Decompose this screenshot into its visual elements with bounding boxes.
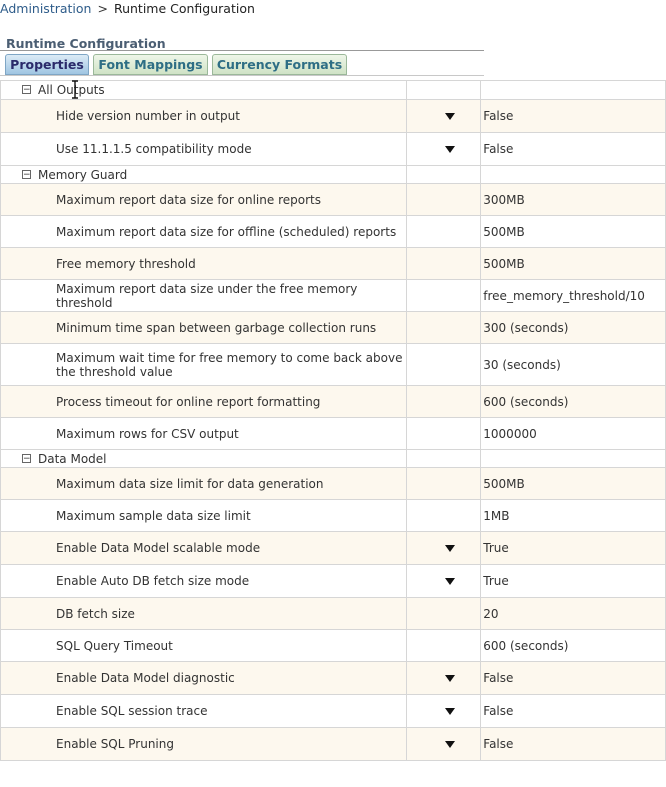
property-value[interactable]: False	[480, 661, 666, 695]
property-label: Enable SQL Pruning	[0, 727, 408, 761]
property-value[interactable]: False	[480, 99, 666, 133]
property-row: SQL Query Timeout 600 (seconds)	[0, 629, 666, 662]
dropdown-arrow-icon[interactable]	[444, 741, 455, 748]
property-value: 500MB	[480, 215, 666, 248]
property-value: 20	[480, 597, 666, 630]
text-cursor-icon	[72, 80, 78, 99]
property-value: 30 (seconds)	[480, 343, 666, 386]
section-header: − Memory Guard	[0, 165, 666, 184]
property-row: Maximum sample data size limit 1MB	[0, 499, 666, 532]
dropdown-arrow-icon[interactable]	[444, 578, 455, 585]
property-label: DB fetch size	[0, 597, 408, 630]
property-label: Maximum sample data size limit	[0, 499, 408, 532]
tab-properties[interactable]: Properties	[5, 54, 89, 75]
section-header: − Data Model	[0, 449, 666, 468]
property-value: 1000000	[480, 417, 666, 450]
property-row: Maximum data size limit for data generat…	[0, 467, 666, 500]
property-row: Maximum report data size for online repo…	[0, 183, 666, 216]
property-value[interactable]: False	[480, 132, 666, 166]
dropdown-arrow-icon[interactable]	[444, 708, 455, 715]
property-label: Process timeout for online report format…	[0, 385, 408, 418]
property-label: Minimum time span between garbage collec…	[0, 311, 408, 344]
property-row: Hide version number in output False	[0, 99, 666, 133]
property-value: free_memory_threshold/10	[480, 279, 666, 312]
property-row: Process timeout for online report format…	[0, 385, 666, 418]
property-value[interactable]: True	[480, 564, 666, 598]
property-label: Maximum report data size under the free …	[0, 279, 408, 312]
property-row: Maximum report data size for offline (sc…	[0, 215, 666, 248]
breadcrumb-administration-link[interactable]: Administration	[0, 1, 91, 16]
section-title: Memory Guard	[38, 167, 128, 182]
property-label: Maximum report data size for offline (sc…	[0, 215, 408, 248]
section-header: − All Outputs	[0, 80, 666, 100]
breadcrumb-separator: >	[97, 1, 108, 16]
property-row: Enable SQL Pruning False	[0, 727, 666, 761]
property-value: 600 (seconds)	[480, 629, 666, 662]
property-label: Maximum wait time for free memory to com…	[0, 343, 408, 386]
page-title: Runtime Configuration	[6, 36, 166, 51]
property-label: SQL Query Timeout	[0, 629, 408, 662]
property-value: 600 (seconds)	[480, 385, 666, 418]
property-row: DB fetch size 20	[0, 597, 666, 630]
collapse-toggle-icon[interactable]: −	[22, 169, 31, 179]
property-value[interactable]: True	[480, 531, 666, 565]
properties-table: − All Outputs Hide version number in outpu…	[0, 80, 666, 761]
property-row: Enable SQL session trace False	[0, 694, 666, 728]
dropdown-arrow-icon[interactable]	[444, 675, 455, 682]
property-label: Maximum report data size for online repo…	[0, 183, 408, 216]
property-value: 500MB	[480, 247, 666, 280]
tab-currency-formats[interactable]: Currency Formats	[212, 54, 347, 75]
property-value[interactable]: False	[480, 694, 666, 728]
property-label: Enable Data Model scalable mode	[0, 531, 408, 565]
property-label: Enable SQL session trace	[0, 694, 408, 728]
property-label: Hide version number in output	[0, 99, 408, 133]
property-row: Enable Auto DB fetch size mode True	[0, 564, 666, 598]
property-value[interactable]: False	[480, 727, 666, 761]
property-row: Maximum wait time for free memory to com…	[0, 343, 666, 386]
property-value: 300MB	[480, 183, 666, 216]
property-label: Free memory threshold	[0, 247, 408, 280]
property-label: Maximum rows for CSV output	[0, 417, 408, 450]
collapse-toggle-icon[interactable]: −	[22, 85, 31, 95]
tab-font-mappings[interactable]: Font Mappings	[93, 54, 208, 75]
property-value: 500MB	[480, 467, 666, 500]
property-value: 300 (seconds)	[480, 311, 666, 344]
dropdown-arrow-icon[interactable]	[444, 113, 455, 120]
property-value: 1MB	[480, 499, 666, 532]
property-row: Maximum rows for CSV output 1000000	[0, 417, 666, 450]
section-title: Data Model	[38, 451, 107, 466]
property-row: Minimum time span between garbage collec…	[0, 311, 666, 344]
property-label: Enable Auto DB fetch size mode	[0, 564, 408, 598]
breadcrumb-current: Runtime Configuration	[113, 1, 255, 16]
collapse-toggle-icon[interactable]: −	[22, 453, 31, 463]
property-label: Maximum data size limit for data generat…	[0, 467, 408, 500]
dropdown-arrow-icon[interactable]	[444, 545, 455, 552]
property-row: Free memory threshold 500MB	[0, 247, 666, 280]
property-row: Enable Data Model diagnostic False	[0, 661, 666, 695]
property-row: Use 11.1.1.5 compatibility mode False	[0, 132, 666, 166]
tab-divider	[0, 75, 484, 76]
property-row: Enable Data Model scalable mode True	[0, 531, 666, 565]
title-divider	[0, 50, 484, 51]
property-row: Maximum report data size under the free …	[0, 279, 666, 312]
property-label: Enable Data Model diagnostic	[0, 661, 408, 695]
dropdown-arrow-icon[interactable]	[444, 146, 455, 153]
breadcrumb: Administration > Runtime Configuration	[0, 1, 255, 16]
property-label: Use 11.1.1.5 compatibility mode	[0, 132, 408, 166]
